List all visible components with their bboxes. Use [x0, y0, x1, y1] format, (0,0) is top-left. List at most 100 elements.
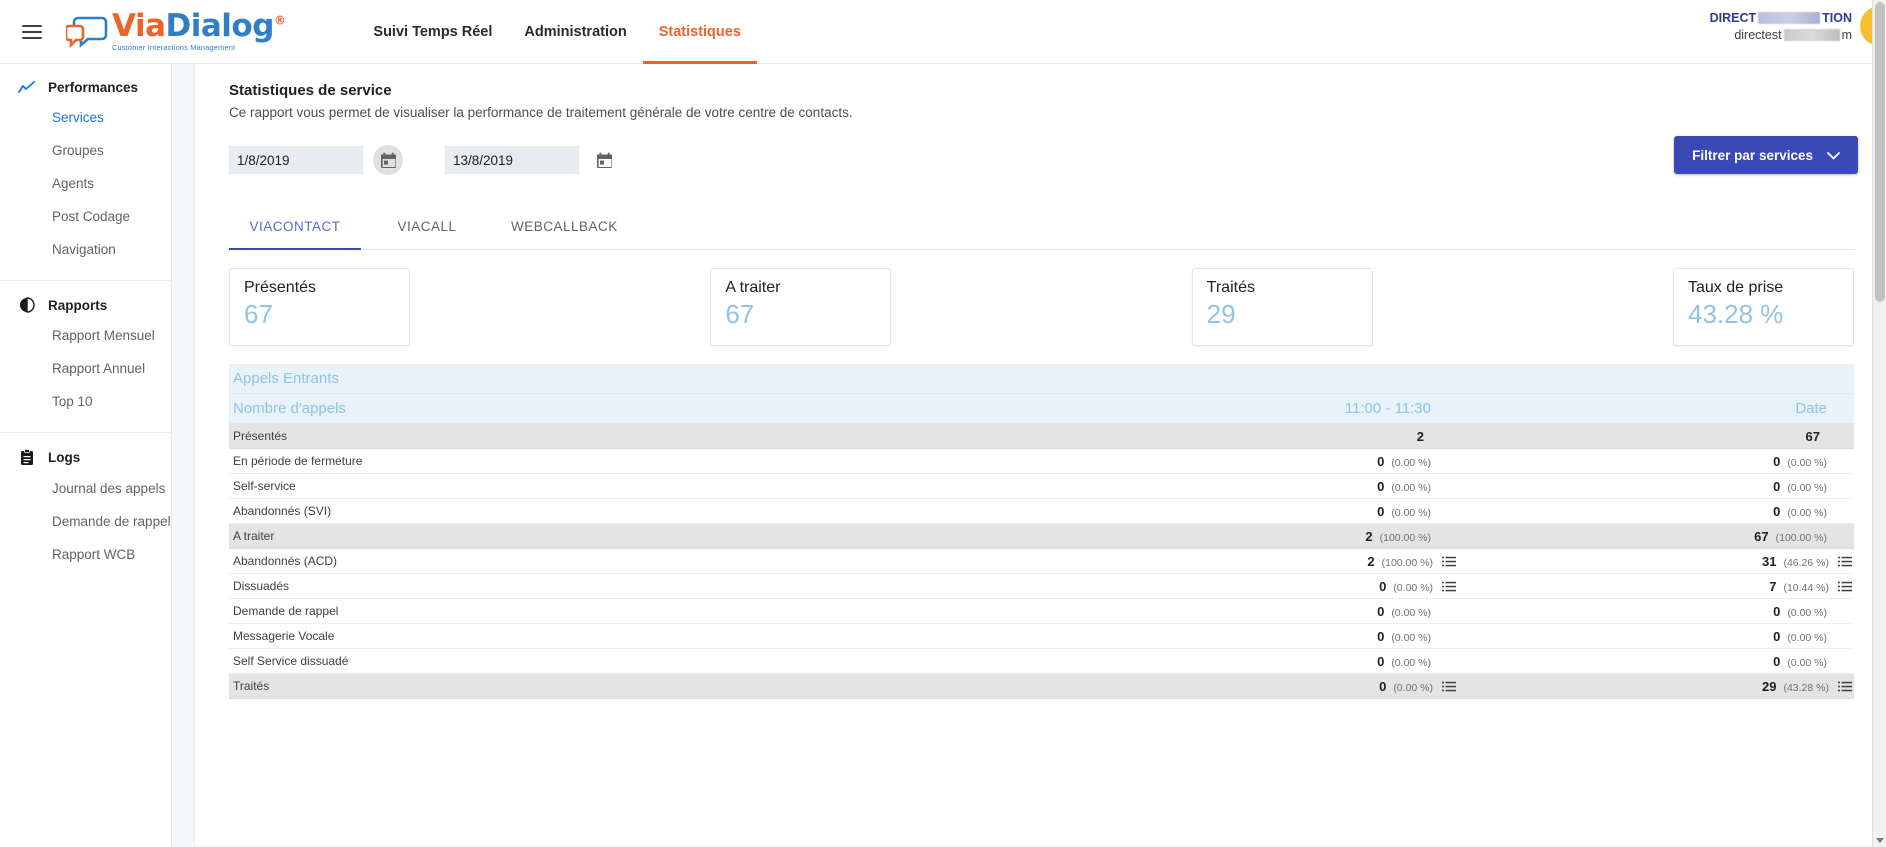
date-from-input[interactable]	[229, 146, 363, 174]
list-detail-icon[interactable]	[1838, 581, 1852, 592]
user-org-prefix: DIRECT	[1709, 10, 1757, 25]
row-label: Self-service	[233, 479, 296, 493]
row-period-percent: (100.00 %)	[1379, 531, 1431, 544]
row-date-cell: 31 (46.26 %)	[1464, 554, 1854, 569]
row-label: Messagerie Vocale	[233, 629, 335, 643]
date-to-field	[445, 145, 619, 175]
row-date-value: 0	[1773, 653, 1781, 669]
row-period-percent: (0.00 %)	[1391, 631, 1431, 644]
row-period-value: 0	[1377, 603, 1385, 619]
kpi-label: A traiter	[725, 279, 781, 296]
date-to-calendar-icon[interactable]	[589, 145, 619, 175]
sidebar-group-label: Performances	[48, 80, 139, 95]
filter-button-label: Filtrer par services	[1692, 147, 1813, 163]
table-row: Demande de rappel 0 (0.00 %) 0 (0.00 %)	[229, 599, 1854, 624]
row-period-cell: 0 (0.00 %)	[789, 504, 1464, 519]
row-period-cell: 0 (0.00 %)	[789, 629, 1464, 644]
nav-item-suivi-temps-reel[interactable]: Suivi Temps Réel	[357, 0, 508, 64]
page-scrollbar[interactable]	[1872, 0, 1886, 847]
row-date-value: 0	[1773, 478, 1781, 494]
table-row: En période de fermeture 0 (0.00 %) 0 (0.00 %…	[229, 449, 1854, 474]
sidebar-item-post-codage[interactable]: Post Codage	[0, 200, 171, 233]
kpi-card-row: Présentés 67 A traiter 67 Traités 29 Tau…	[229, 268, 1854, 346]
main-navigation: Suivi Temps Réel Administration Statisti…	[357, 0, 758, 64]
sidebar-item-demande-de-rappel[interactable]: Demande de rappel	[0, 505, 171, 538]
redacted-email-block	[1783, 28, 1840, 41]
sidebar-item-rapport-annuel[interactable]: Rapport Annuel	[0, 352, 171, 385]
chat-bubbles-logo-icon	[64, 15, 108, 49]
user-account-box[interactable]: DIRECT TION directest m	[1710, 6, 1886, 46]
row-period-value: 0	[1377, 653, 1385, 669]
table-body: Présentés 2 67 En période de fermeture 0 (0.0…	[229, 424, 1854, 699]
user-email-prefix: directest	[1734, 27, 1782, 42]
viadialog-logo[interactable]: ViaDialog® Customer Interactions Managem…	[64, 8, 286, 53]
chevron-down-icon	[1827, 148, 1840, 163]
nav-item-administration[interactable]: Administration	[508, 0, 642, 64]
main-content-area: Statistiques de service Ce rapport vous …	[172, 64, 1886, 847]
sidebar-item-agents[interactable]: Agents	[0, 167, 171, 200]
sidebar-item-top-10[interactable]: Top 10	[0, 385, 171, 418]
filter-by-services-button[interactable]: Filtrer par services	[1674, 136, 1858, 174]
column-header-date: Date	[1795, 400, 1827, 417]
date-from-calendar-icon[interactable]	[373, 145, 403, 175]
sidebar-item-journal-des-appels[interactable]: Journal des appels	[0, 472, 171, 505]
user-email-suffix: m	[1841, 27, 1852, 42]
kpi-value: 67	[244, 299, 273, 329]
row-period-cell: 0 (0.00 %)	[789, 479, 1464, 494]
kpi-card-presentes: Présentés 67	[229, 268, 410, 346]
filter-bar: Filtrer par services	[195, 120, 1885, 182]
user-email: directest m	[1710, 28, 1852, 42]
date-to-input[interactable]	[445, 146, 579, 174]
list-detail-icon[interactable]	[1442, 556, 1456, 567]
sidebar-item-groupes[interactable]: Groupes	[0, 134, 171, 167]
kpi-value: 29	[1206, 299, 1236, 329]
row-date-value: 67	[1805, 428, 1820, 444]
table-row: Self Service dissuadé 0 (0.00 %) 0 (0.00 %)	[229, 649, 1854, 674]
nav-item-statistiques[interactable]: Statistiques	[642, 0, 758, 64]
scrollbar-thumb[interactable]	[1875, 2, 1885, 302]
sidebar-group-label: Rapports	[48, 297, 108, 313]
row-label: Présentés	[233, 429, 288, 443]
row-date-cell: 67 (100.00 %)	[1464, 529, 1854, 544]
row-period-value: 0	[1379, 678, 1387, 694]
row-date-percent: (43.28 %)	[1783, 681, 1829, 694]
tab-viacall[interactable]: VIACALL	[361, 204, 493, 249]
sidebar-header-rapports: Rapports	[0, 291, 171, 319]
user-org-suffix: TION	[1822, 10, 1852, 25]
table-row: Messagerie Vocale 0 (0.00 %) 0 (0.00 %)	[229, 624, 1854, 649]
sidebar-group-label: Logs	[48, 450, 81, 465]
service-type-tabs: VIACONTACT VIACALL WEBCALLBACK	[229, 204, 1854, 250]
sidebar-item-navigation[interactable]: Navigation	[0, 233, 171, 266]
row-period-percent: (100.00 %)	[1381, 556, 1433, 569]
list-detail-icon[interactable]	[1442, 581, 1456, 592]
kpi-label: Présentés	[244, 279, 317, 296]
row-period-cell: 0 (0.00 %)	[789, 654, 1464, 669]
row-date-cell: 29 (43.28 %)	[1464, 679, 1854, 694]
sidebar-item-rapport-wcb[interactable]: Rapport WCB	[0, 538, 171, 571]
tab-webcallback[interactable]: WEBCALLBACK	[493, 204, 636, 249]
scroll-down-arrow-icon[interactable]	[1876, 838, 1884, 843]
row-label: Abandonnés (ACD)	[233, 554, 338, 568]
row-date-cell: 0 (0.00 %)	[1464, 654, 1854, 669]
row-date-cell: 0 (0.00 %)	[1464, 604, 1854, 619]
row-period-percent: (0.00 %)	[1391, 456, 1431, 469]
list-detail-icon[interactable]	[1838, 681, 1852, 692]
list-detail-icon[interactable]	[1442, 681, 1456, 692]
row-period-value: 2	[1365, 528, 1373, 544]
sidebar-header-logs: Logs	[0, 443, 171, 472]
sidebar-item-services[interactable]: Services	[0, 101, 171, 134]
logo-tagline: Customer Interactions Management	[112, 43, 236, 53]
list-detail-icon[interactable]	[1838, 556, 1852, 567]
left-sidebar: Performances Services Groupes Agents Pos…	[0, 64, 172, 847]
row-date-percent: (0.00 %)	[1787, 606, 1827, 619]
row-date-percent: (0.00 %)	[1787, 506, 1827, 519]
hamburger-menu-icon[interactable]	[4, 24, 60, 39]
tab-viacontact[interactable]: VIACONTACT	[229, 204, 361, 250]
row-date-cell: 67	[1464, 429, 1854, 444]
row-period-value: 0	[1379, 578, 1387, 594]
logo-word-via: Via	[112, 8, 166, 45]
sidebar-item-rapport-mensuel[interactable]: Rapport Mensuel	[0, 319, 171, 352]
row-date-value: 0	[1773, 603, 1781, 619]
row-label: Demande de rappel	[233, 604, 339, 618]
row-period-percent: (0.00 %)	[1391, 506, 1431, 519]
